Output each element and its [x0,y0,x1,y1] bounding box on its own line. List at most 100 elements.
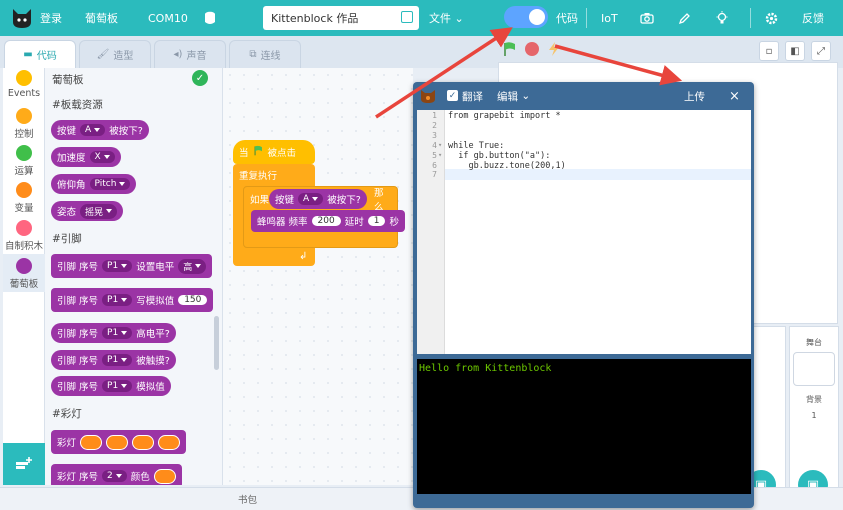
dropdown-value: A [85,125,92,135]
block-button-pressed[interactable]: 按键 A 被按下? [51,120,149,140]
line-number: 3 [432,131,437,140]
category-my-blocks[interactable]: 自制积木 [3,220,45,252]
camera-icon[interactable] [640,0,654,36]
block-text: 加速度 [57,153,86,164]
tab-code[interactable]: ▬ 代码 [4,40,76,68]
block-pitch[interactable]: 俯仰角 Pitch [51,174,137,194]
code-mode-toggle[interactable] [504,6,548,28]
fold-arrow-icon[interactable]: ▾ [438,141,442,149]
dropdown-value: 高 [183,262,193,273]
palette-scrollbar[interactable] [214,316,219,370]
block-dropdown[interactable]: Pitch [89,178,131,190]
block-gesture[interactable]: 姿态 摇晃 [51,201,124,221]
block-dropdown[interactable]: A [298,193,324,205]
color-swatch[interactable] [80,434,103,450]
dropdown-value: P1 [107,261,119,271]
file-menu[interactable]: 文件 ⌄ [429,0,464,36]
code-editor[interactable]: 1 2 3 4 5 6 7 ▾ ▾ from grapebit import *… [417,110,751,354]
block-text: 引脚 序号 [57,296,99,307]
block-when-flag-clicked[interactable]: 当 被点击 [233,140,315,164]
lightbulb-icon[interactable] [716,0,728,36]
block-led-all[interactable]: 彩灯 [51,430,187,454]
edit-menu[interactable]: 编辑 ⌄ [497,82,530,110]
block-dropdown[interactable]: A [80,124,106,136]
stage-thumbnail[interactable] [793,352,835,386]
translate-checkbox[interactable]: ✓ [447,90,458,101]
login-button[interactable]: 登录 [40,0,62,36]
board-select[interactable]: 葡萄板 [85,0,118,36]
tab-costumes[interactable]: 🖌 造型 [79,40,151,68]
dropdown-value: X [94,152,101,162]
add-extension-button[interactable] [3,443,45,485]
block-pin-high[interactable]: 引脚 序号 P1 高电平? [51,323,176,343]
database-icon[interactable] [204,0,216,36]
block-pin-analog-read[interactable]: 引脚 序号 P1 模拟值 [51,376,171,396]
color-swatch[interactable] [132,434,155,450]
pencil-icon[interactable] [678,0,691,36]
turbo-icon[interactable] [548,42,560,59]
fold-arrow-icon[interactable]: ▾ [438,151,442,159]
category-events[interactable]: Events [3,70,45,99]
code-line: gb.buzz.tone(200,1) [448,161,566,171]
close-icon[interactable]: × [729,82,740,110]
color-swatch[interactable] [158,434,181,450]
block-acceleration[interactable]: 加速度 X [51,147,121,167]
block-dropdown[interactable]: P1 [102,327,133,339]
serial-console[interactable]: Hello from Kittenblock [417,359,751,494]
gear-icon[interactable] [765,0,778,36]
block-dropdown[interactable]: P1 [102,354,133,366]
palette-title: 葡萄板 [52,74,84,86]
large-stage-icon[interactable]: ◧ [785,41,805,61]
color-swatch[interactable] [153,468,176,484]
port-select[interactable]: COM10 [148,0,188,36]
category-grapebit[interactable]: 葡萄板 [3,254,45,292]
stop-icon[interactable] [525,42,539,56]
save-icon[interactable] [401,11,413,23]
block-dropdown[interactable]: 2 [102,470,127,482]
block-dropdown[interactable]: 摇晃 [80,203,118,219]
frequency-input[interactable]: 200 [311,216,341,226]
dropdown-value: P1 [107,355,119,365]
block-number-input[interactable]: 150 [178,295,208,305]
tab-sounds[interactable]: ◂) 声音 [154,40,226,68]
line-number: 1 [432,111,437,120]
category-label: 变量 [14,203,34,214]
toggle-knob [529,9,545,25]
iot-button[interactable]: IoT [601,0,618,36]
dropdown-value: 摇晃 [85,207,104,218]
project-name-field[interactable]: Kittenblock 作品 [263,6,419,30]
small-stage-icon[interactable]: ▫ [759,41,779,61]
category-control[interactable]: 控制 [3,108,45,140]
category-label: 自制积木 [4,241,43,252]
tab-wiring[interactable]: ⧉ 连线 [229,40,301,68]
block-dropdown[interactable]: P1 [102,380,133,392]
speaker-icon: ◂) [173,49,183,60]
block-text: 模拟值 [136,382,165,393]
upload-button[interactable]: 上传 [684,82,705,110]
block-buzzer-tone[interactable]: 蜂鸣器 频率 200 延时 1 秒 [251,210,405,232]
block-text: 引脚 序号 [57,262,99,273]
feedback-button[interactable]: 反馈 [802,0,824,36]
dropdown-value: Pitch [94,179,117,189]
color-swatch[interactable] [106,434,129,450]
code-window-titlebar[interactable]: ✓ 翻译 编辑 ⌄ 上传 × [413,82,754,110]
block-dropdown[interactable]: X [89,151,115,163]
fullscreen-icon[interactable]: ⤢ [811,41,831,61]
green-flag-icon[interactable] [502,41,518,60]
block-text: 颜色 [130,472,150,483]
block-led-index[interactable]: 彩灯 序号 2 颜色 [51,464,182,485]
line-number: 4 [432,141,437,150]
block-dropdown[interactable]: P1 [102,260,133,272]
category-variables[interactable]: 变量 [3,182,45,214]
block-dropdown[interactable]: P1 [102,294,133,306]
kittenblock-logo[interactable] [10,0,36,36]
category-operators[interactable]: 运算 [3,145,45,177]
block-pin-analog-write[interactable]: 引脚 序号 P1 写模拟值 150 [51,288,214,312]
block-button-pressed-condition[interactable]: 按键 A 被按下? [269,189,367,209]
block-dropdown[interactable]: 高 [178,258,207,274]
duration-input[interactable]: 1 [367,216,386,226]
workspace-grid [223,68,413,485]
block-pin-digital-write[interactable]: 引脚 序号 P1 设置电平 高 [51,254,213,278]
block-pin-touched[interactable]: 引脚 序号 P1 被触摸? [51,350,176,370]
script-workspace[interactable]: 当 被点击 重复执行 如果 那么 按键 A 被按下? 蜂鸣器 频率 200 延时… [223,68,413,485]
